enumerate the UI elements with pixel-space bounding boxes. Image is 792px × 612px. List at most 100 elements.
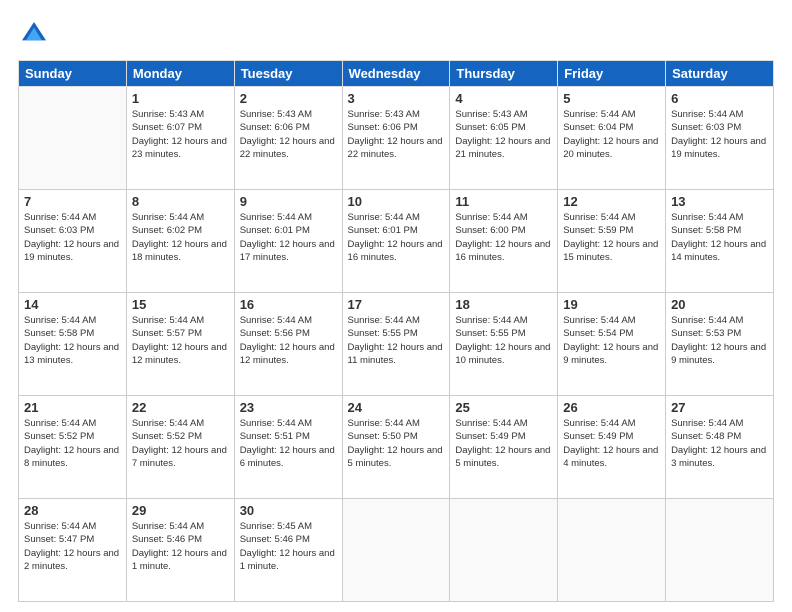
calendar-cell: 13 Sunrise: 5:44 AMSunset: 5:58 PMDayligh…	[666, 190, 774, 293]
calendar-cell: 18 Sunrise: 5:44 AMSunset: 5:55 PMDayligh…	[450, 293, 558, 396]
day-info: Sunrise: 5:44 AMSunset: 6:01 PMDaylight:…	[348, 211, 445, 264]
calendar-header-friday: Friday	[558, 61, 666, 87]
day-number: 2	[240, 91, 337, 106]
day-number: 30	[240, 503, 337, 518]
day-info: Sunrise: 5:44 AMSunset: 5:46 PMDaylight:…	[132, 520, 229, 573]
day-number: 11	[455, 194, 552, 209]
day-number: 3	[348, 91, 445, 106]
calendar-cell: 4 Sunrise: 5:43 AMSunset: 6:05 PMDaylight…	[450, 87, 558, 190]
day-info: Sunrise: 5:44 AMSunset: 5:57 PMDaylight:…	[132, 314, 229, 367]
day-number: 10	[348, 194, 445, 209]
calendar-cell: 15Sunrise: 5:44 AMSunset: 5:57 PMDayligh…	[126, 293, 234, 396]
calendar-cell: 25Sunrise: 5:44 AMSunset: 5:49 PMDayligh…	[450, 396, 558, 499]
day-info: Sunrise: 5:44 AMSunset: 5:56 PMDaylight:…	[240, 314, 337, 367]
day-number: 1	[132, 91, 229, 106]
calendar-cell: 29 Sunrise: 5:44 AMSunset: 5:46 PMDayligh…	[126, 499, 234, 602]
calendar-week-1: 1 Sunrise: 5:43 AMSunset: 6:07 PMDaylight…	[19, 87, 774, 190]
calendar-cell: 7 Sunrise: 5:44 AMSunset: 6:03 PMDaylight…	[19, 190, 127, 293]
calendar-cell: 3Sunrise: 5:43 AMSunset: 6:06 PMDaylight…	[342, 87, 450, 190]
calendar-cell: 19 Sunrise: 5:44 AMSunset: 5:54 PMDayligh…	[558, 293, 666, 396]
calendar-week-2: 7 Sunrise: 5:44 AMSunset: 6:03 PMDaylight…	[19, 190, 774, 293]
day-number: 13	[671, 194, 768, 209]
day-number: 27	[671, 400, 768, 415]
day-number: 16	[240, 297, 337, 312]
day-info: Sunrise: 5:44 AMSunset: 5:52 PMDaylight:…	[24, 417, 121, 470]
day-info: Sunrise: 5:43 AMSunset: 6:06 PMDaylight:…	[240, 108, 337, 161]
calendar-cell: 21 Sunrise: 5:44 AMSunset: 5:52 PMDayligh…	[19, 396, 127, 499]
day-number: 8	[132, 194, 229, 209]
day-info: Sunrise: 5:44 AMSunset: 5:59 PMDaylight:…	[563, 211, 660, 264]
calendar-header-row: SundayMondayTuesdayWednesdayThursdayFrid…	[19, 61, 774, 87]
calendar-cell: 22 Sunrise: 5:44 AMSunset: 5:52 PMDayligh…	[126, 396, 234, 499]
day-number: 19	[563, 297, 660, 312]
calendar-cell: 11 Sunrise: 5:44 AMSunset: 6:00 PMDayligh…	[450, 190, 558, 293]
calendar-cell: 28 Sunrise: 5:44 AMSunset: 5:47 PMDayligh…	[19, 499, 127, 602]
day-number: 4	[455, 91, 552, 106]
day-info: Sunrise: 5:44 AMSunset: 6:03 PMDaylight:…	[24, 211, 121, 264]
day-info: Sunrise: 5:44 AMSunset: 5:51 PMDaylight:…	[240, 417, 337, 470]
day-info: Sunrise: 5:44 AMSunset: 6:04 PMDaylight:…	[563, 108, 660, 161]
calendar-cell: 14 Sunrise: 5:44 AMSunset: 5:58 PMDayligh…	[19, 293, 127, 396]
calendar-cell: 10 Sunrise: 5:44 AMSunset: 6:01 PMDayligh…	[342, 190, 450, 293]
calendar-week-3: 14 Sunrise: 5:44 AMSunset: 5:58 PMDayligh…	[19, 293, 774, 396]
day-number: 5	[563, 91, 660, 106]
day-number: 23	[240, 400, 337, 415]
page: SundayMondayTuesdayWednesdayThursdayFrid…	[0, 0, 792, 612]
day-number: 9	[240, 194, 337, 209]
day-info: Sunrise: 5:44 AMSunset: 6:02 PMDaylight:…	[132, 211, 229, 264]
day-number: 21	[24, 400, 121, 415]
day-number: 7	[24, 194, 121, 209]
day-info: Sunrise: 5:44 AMSunset: 6:01 PMDaylight:…	[240, 211, 337, 264]
calendar-cell	[558, 499, 666, 602]
day-info: Sunrise: 5:44 AMSunset: 5:54 PMDaylight:…	[563, 314, 660, 367]
calendar-cell: 24 Sunrise: 5:44 AMSunset: 5:50 PMDayligh…	[342, 396, 450, 499]
day-number: 20	[671, 297, 768, 312]
calendar-week-5: 28 Sunrise: 5:44 AMSunset: 5:47 PMDayligh…	[19, 499, 774, 602]
calendar-header-thursday: Thursday	[450, 61, 558, 87]
calendar-cell: 5 Sunrise: 5:44 AMSunset: 6:04 PMDaylight…	[558, 87, 666, 190]
day-info: Sunrise: 5:44 AMSunset: 5:55 PMDaylight:…	[455, 314, 552, 367]
day-info: Sunrise: 5:45 AMSunset: 5:46 PMDaylight:…	[240, 520, 337, 573]
day-number: 28	[24, 503, 121, 518]
day-info: Sunrise: 5:44 AMSunset: 5:58 PMDaylight:…	[24, 314, 121, 367]
calendar-cell	[450, 499, 558, 602]
day-info: Sunrise: 5:44 AMSunset: 5:55 PMDaylight:…	[348, 314, 445, 367]
header	[18, 18, 774, 50]
day-number: 14	[24, 297, 121, 312]
calendar-header-saturday: Saturday	[666, 61, 774, 87]
calendar: SundayMondayTuesdayWednesdayThursdayFrid…	[18, 60, 774, 602]
day-info: Sunrise: 5:44 AMSunset: 5:48 PMDaylight:…	[671, 417, 768, 470]
calendar-cell: 1 Sunrise: 5:43 AMSunset: 6:07 PMDaylight…	[126, 87, 234, 190]
day-number: 17	[348, 297, 445, 312]
calendar-header-tuesday: Tuesday	[234, 61, 342, 87]
logo-icon	[18, 18, 50, 50]
calendar-cell: 8 Sunrise: 5:44 AMSunset: 6:02 PMDaylight…	[126, 190, 234, 293]
day-number: 22	[132, 400, 229, 415]
day-info: Sunrise: 5:44 AMSunset: 5:58 PMDaylight:…	[671, 211, 768, 264]
calendar-cell: 2 Sunrise: 5:43 AMSunset: 6:06 PMDaylight…	[234, 87, 342, 190]
day-info: Sunrise: 5:44 AMSunset: 6:03 PMDaylight:…	[671, 108, 768, 161]
calendar-cell	[19, 87, 127, 190]
day-info: Sunrise: 5:44 AMSunset: 5:47 PMDaylight:…	[24, 520, 121, 573]
day-info: Sunrise: 5:44 AMSunset: 6:00 PMDaylight:…	[455, 211, 552, 264]
calendar-cell: 30 Sunrise: 5:45 AMSunset: 5:46 PMDayligh…	[234, 499, 342, 602]
day-info: Sunrise: 5:44 AMSunset: 5:53 PMDaylight:…	[671, 314, 768, 367]
calendar-header-monday: Monday	[126, 61, 234, 87]
calendar-week-4: 21 Sunrise: 5:44 AMSunset: 5:52 PMDayligh…	[19, 396, 774, 499]
day-info: Sunrise: 5:44 AMSunset: 5:50 PMDaylight:…	[348, 417, 445, 470]
calendar-cell: 9 Sunrise: 5:44 AMSunset: 6:01 PMDaylight…	[234, 190, 342, 293]
day-info: Sunrise: 5:43 AMSunset: 6:07 PMDaylight:…	[132, 108, 229, 161]
day-info: Sunrise: 5:43 AMSunset: 6:05 PMDaylight:…	[455, 108, 552, 161]
calendar-cell: 17 Sunrise: 5:44 AMSunset: 5:55 PMDayligh…	[342, 293, 450, 396]
day-number: 29	[132, 503, 229, 518]
day-info: Sunrise: 5:44 AMSunset: 5:52 PMDaylight:…	[132, 417, 229, 470]
day-number: 24	[348, 400, 445, 415]
day-info: Sunrise: 5:44 AMSunset: 5:49 PMDaylight:…	[563, 417, 660, 470]
day-number: 12	[563, 194, 660, 209]
calendar-cell	[666, 499, 774, 602]
calendar-cell	[342, 499, 450, 602]
calendar-cell: 12 Sunrise: 5:44 AMSunset: 5:59 PMDayligh…	[558, 190, 666, 293]
calendar-header-sunday: Sunday	[19, 61, 127, 87]
day-number: 18	[455, 297, 552, 312]
day-number: 26	[563, 400, 660, 415]
